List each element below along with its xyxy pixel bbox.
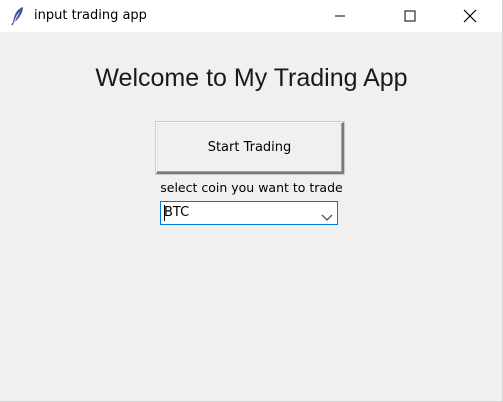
window-title: input trading app — [34, 8, 147, 23]
text-caret — [164, 205, 165, 221]
title-bar[interactable]: input trading app — [0, 0, 502, 32]
minimize-button[interactable] — [317, 0, 363, 32]
page-title: Welcome to My Trading App — [95, 64, 408, 92]
coin-select-label: select coin you want to trade — [160, 180, 343, 195]
feather-icon — [10, 6, 26, 26]
start-trading-button[interactable]: Start Trading — [155, 121, 345, 175]
maximize-button[interactable] — [387, 0, 433, 32]
close-button[interactable] — [446, 0, 492, 32]
chevron-down-icon[interactable] — [321, 208, 333, 221]
coin-select-value[interactable]: BTC — [164, 205, 189, 221]
coin-select[interactable]: BTC — [160, 201, 338, 225]
app-window: input trading app Welcome to My Trading … — [0, 0, 503, 402]
